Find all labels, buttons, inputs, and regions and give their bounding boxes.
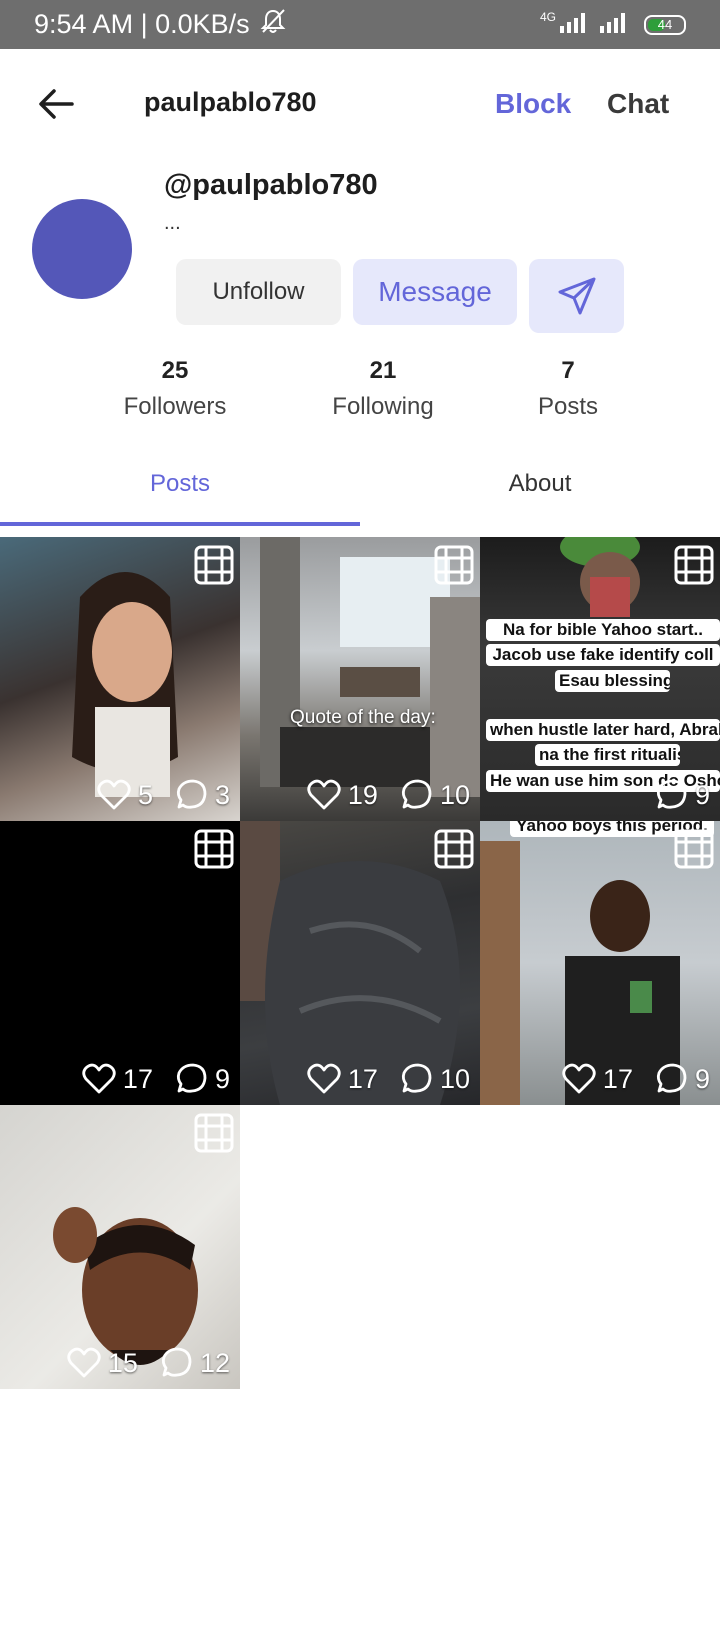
post-stats: 17 9 [480,1061,710,1097]
send-icon [558,277,595,315]
comment-count: 3 [214,779,230,810]
followers-label: Followers [123,393,227,420]
heart-icon [562,1063,596,1094]
profile-bio: ... [164,212,181,234]
heart-icon [67,1347,101,1378]
video-reel-icon [434,829,474,869]
video-reel-icon [674,545,714,585]
profile-tabs: Posts About [0,470,720,526]
like-count: 17 [602,1063,633,1094]
followers-count: 25 [161,357,189,384]
comment-icon [176,779,207,809]
video-reel-icon [194,829,234,869]
comment-count: 9 [214,1063,230,1094]
status-right: 4G 44 [540,9,686,40]
stat-following[interactable]: 21 Following [293,357,473,421]
post-thumbnail[interactable]: Na for bible Yahoo start.. Jacob use fak… [480,537,720,821]
posts-count: 7 [561,357,575,384]
share-button[interactable] [529,259,624,333]
chat-button[interactable]: Chat [607,88,669,120]
status-left: 9:54 AM | 0.0KB/s [34,7,288,42]
status-bar: 9:54 AM | 0.0KB/s 4G 44 [0,0,720,49]
portrait-image [72,572,178,797]
battery-level: 44 [657,17,673,32]
tab-posts[interactable]: Posts [0,470,360,526]
comment-count: 10 [439,779,470,810]
like-count: 5 [137,779,153,810]
following-count: 21 [369,357,397,384]
post-stats: 17 9 [0,1061,230,1097]
post-stats: 19 10 [240,777,470,813]
profile-handle: @paulpablo780 [164,169,378,201]
signal-icon [560,9,590,40]
post-stats: 5 3 [0,777,230,813]
unfollow-button[interactable]: Unfollow [176,259,341,325]
video-reel-icon [194,545,234,585]
post-thumbnail[interactable]: 5 3 [0,537,240,821]
post-thumbnail[interactable]: 17 9 [0,821,240,1105]
heart-icon [97,779,131,810]
comment-icon [656,1063,687,1093]
meme-line-5: na the first ritualist... [535,744,680,766]
post-stats: 17 10 [240,1061,470,1097]
heart-icon [307,779,341,810]
like-count: 17 [122,1063,153,1094]
heart-icon [307,1063,341,1094]
heart-icon [82,1063,116,1094]
mute-notification-icon [258,7,288,42]
meme-line-3: Esau blessings [555,670,670,692]
stat-posts[interactable]: 7 Posts [478,357,658,421]
post-caption: Quote of the day: [290,707,436,728]
network-type: 4G [539,9,556,24]
meme-line-2: Jacob use fake identify coll [486,644,720,666]
page-title: paulpablo780 [144,87,317,117]
battery-icon: 44 [644,14,686,35]
stat-followers[interactable]: 25 Followers [85,357,265,421]
comment-icon [176,1063,207,1093]
signal-icon-2 [600,9,634,40]
video-reel-icon [674,829,714,869]
post-stats: 15 12 [0,1345,230,1381]
status-time-speed: 9:54 AM | 0.0KB/s [34,9,250,39]
active-tab-indicator [0,522,360,526]
comment-count: 10 [439,1063,470,1094]
comment-icon [161,1347,192,1377]
post-thumbnail[interactable]: 17 10 [240,821,480,1105]
arrow-left-icon [39,89,74,119]
meme-line-1: Na for bible Yahoo start.. [486,619,720,641]
like-count: 17 [347,1063,378,1094]
post-thumbnail[interactable]: 15 12 [0,1105,240,1389]
posts-label: Posts [537,393,599,420]
following-label: Following [332,393,434,420]
post-thumbnail[interactable]: Quote of the day: 19 10 [240,537,480,821]
comment-count: 9 [694,779,710,810]
like-count: 19 [347,779,378,810]
comment-icon [401,779,432,809]
like-count: 15 [107,1347,138,1378]
comment-icon [656,779,687,809]
comment-count: 12 [199,1347,230,1378]
top-app-bar: paulpablo780 Block Chat [0,49,720,159]
comment-icon [401,1063,432,1093]
post-thumbnail[interactable]: Yahoo boys this period. 17 9 [480,821,720,1105]
message-button[interactable]: Message [353,259,517,325]
block-button[interactable]: Block [495,88,571,120]
post-stats: 9 [480,777,710,813]
tab-about[interactable]: About [360,470,720,526]
video-reel-icon [434,545,474,585]
comment-count: 9 [694,1063,710,1094]
meme-line-4: when hustle later hard, Abrah [486,719,720,741]
avatar[interactable] [32,199,132,299]
back-button[interactable] [36,84,76,124]
video-reel-icon [194,1113,234,1153]
